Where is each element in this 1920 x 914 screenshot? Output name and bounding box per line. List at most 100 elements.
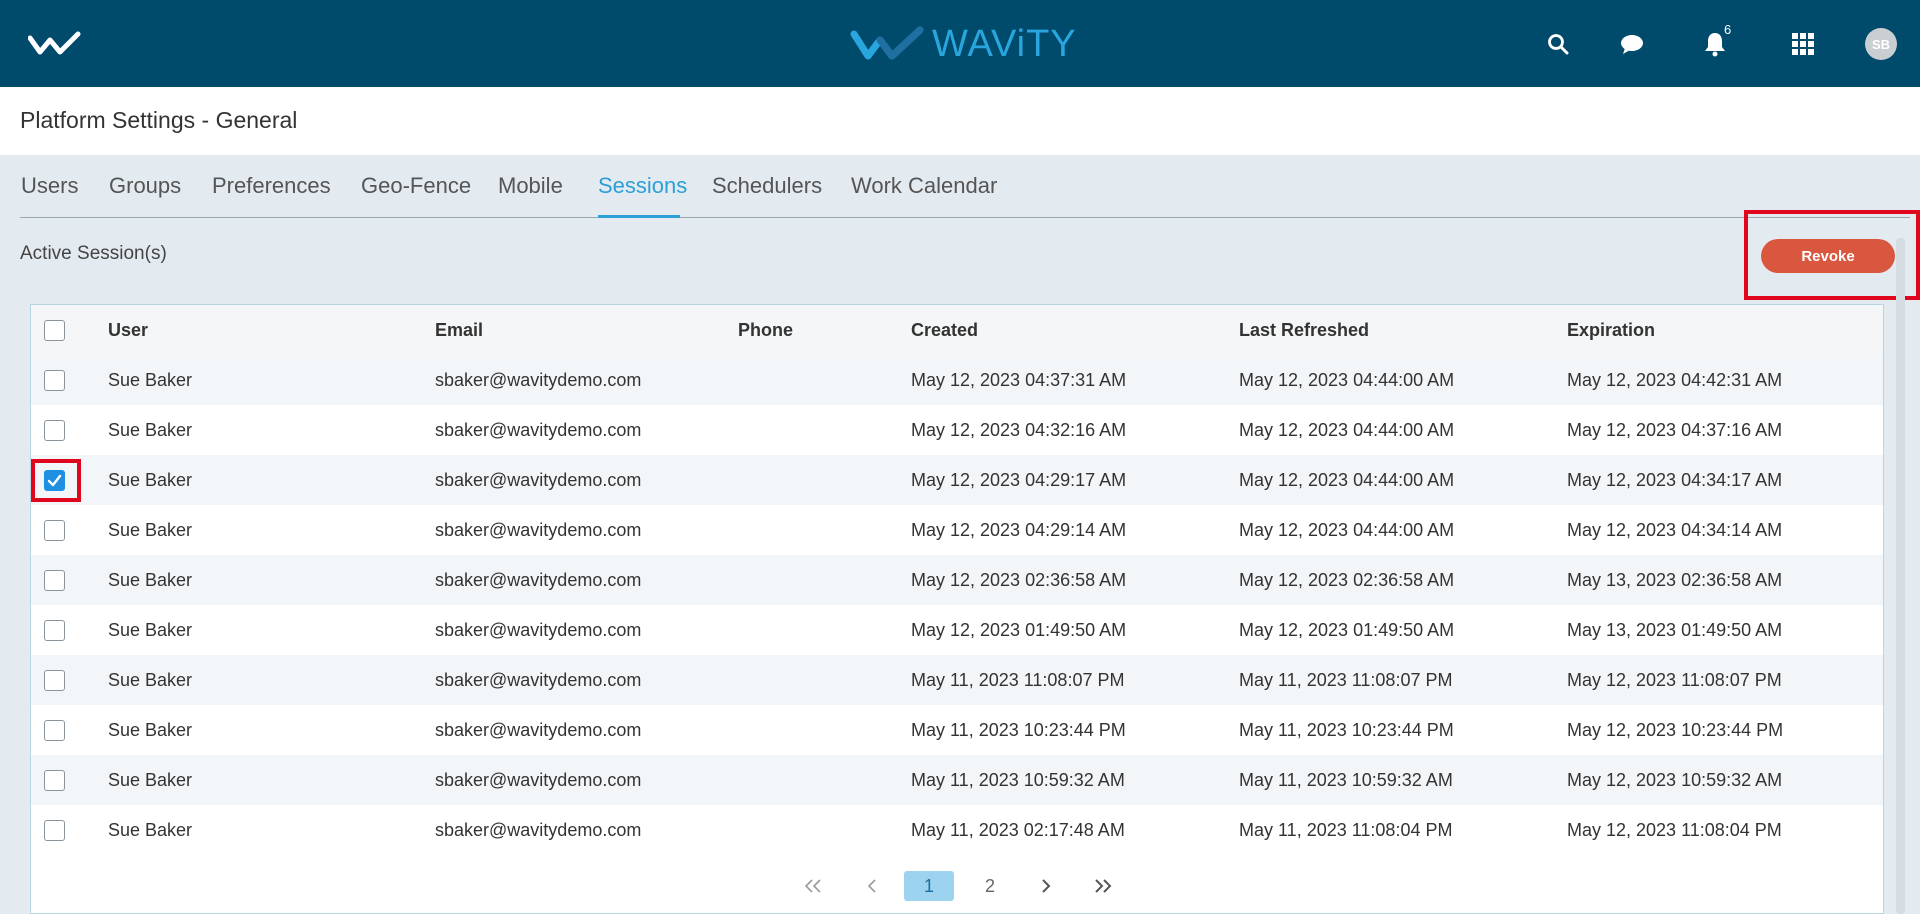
cell-last-refreshed: May 11, 2023 10:59:32 AM [1239,770,1453,790]
row-checkbox[interactable] [44,670,65,691]
row-checkbox[interactable] [44,620,65,641]
cell-last-refreshed: May 12, 2023 01:49:50 AM [1239,620,1455,640]
row-checkbox[interactable] [44,520,65,541]
page-scrollbar[interactable] [1896,238,1905,914]
cell-created: May 12, 2023 04:32:16 AM [911,420,1127,440]
cell-created: May 11, 2023 11:08:07 PM [911,670,1125,690]
select-all-checkbox[interactable] [44,320,65,341]
column-header-user[interactable]: User [108,305,148,355]
chevron-left-icon[interactable] [857,871,887,901]
table-row[interactable]: Sue Baker sbaker@wavitydemo.com May 12, 20… [31,505,1883,555]
pagination: 1 2 [31,863,1883,913]
cell-last-refreshed: May 12, 2023 04:44:00 AM [1239,470,1455,490]
column-header-expiration[interactable]: Expiration [1567,305,1655,355]
table-row[interactable]: Sue Baker sbaker@wavitydemo.com May 11, 20… [31,705,1883,755]
cell-email: sbaker@wavitydemo.com [435,770,642,790]
cell-expiration: May 12, 2023 04:34:14 AM [1567,520,1783,540]
row-checkbox[interactable] [44,820,65,841]
home-logo-icon[interactable] [28,30,84,58]
table-row[interactable]: Sue Baker sbaker@wavitydemo.com May 12, 20… [31,455,1883,505]
row-checkbox[interactable] [44,720,65,741]
cell-expiration: May 12, 2023 11:08:07 PM [1567,670,1782,690]
cell-expiration: May 12, 2023 11:08:04 PM [1567,820,1782,840]
cell-expiration: May 13, 2023 01:49:50 AM [1567,620,1783,640]
user-avatar[interactable]: SB [1865,28,1897,60]
cell-email: sbaker@wavitydemo.com [435,370,642,390]
cell-expiration: May 12, 2023 10:59:32 AM [1567,770,1783,790]
cell-last-refreshed: May 12, 2023 04:44:00 AM [1239,420,1455,440]
cell-email: sbaker@wavitydemo.com [435,620,642,640]
tab-preferences[interactable]: Preferences [212,173,331,199]
cell-created: May 12, 2023 04:29:14 AM [911,520,1127,540]
cell-last-refreshed: May 12, 2023 04:44:00 AM [1239,370,1455,390]
row-checkbox-checked[interactable] [44,470,65,491]
double-chevron-right-icon[interactable] [1087,871,1117,901]
cell-user: Sue Baker [108,420,193,440]
tab-work-calendar[interactable]: Work Calendar [851,173,997,199]
cell-expiration: May 12, 2023 10:23:44 PM [1567,720,1784,740]
cell-email: sbaker@wavitydemo.com [435,720,642,740]
table-row[interactable]: Sue Baker sbaker@wavitydemo.com May 11, 20… [31,805,1883,855]
cell-created: May 11, 2023 02:17:48 AM [911,820,1125,840]
apps-grid-icon[interactable] [1787,28,1819,60]
table-row[interactable]: Sue Baker sbaker@wavitydemo.com May 12, 20… [31,405,1883,455]
section-title: Active Session(s) [20,243,167,264]
cell-user: Sue Baker [108,470,193,490]
search-icon[interactable] [1542,28,1574,60]
cell-last-refreshed: May 12, 2023 02:36:58 AM [1239,570,1455,590]
tab-users[interactable]: Users [21,173,78,199]
column-header-phone[interactable]: Phone [738,305,793,355]
cell-created: May 12, 2023 04:29:17 AM [911,470,1127,490]
settings-tabs: Users Groups Preferences Geo-Fence Mobil… [20,155,1910,218]
cell-email: sbaker@wavitydemo.com [435,470,642,490]
cell-last-refreshed: May 11, 2023 11:08:04 PM [1239,820,1453,840]
notification-count-badge: 6 [1724,22,1732,37]
row-checkbox[interactable] [44,570,65,591]
row-checkbox[interactable] [44,770,65,791]
tab-groups[interactable]: Groups [109,173,181,199]
cell-expiration: May 12, 2023 04:42:31 AM [1567,370,1783,390]
row-checkbox[interactable] [44,370,65,391]
table-row[interactable]: Sue Baker sbaker@wavitydemo.com May 11, 20… [31,655,1883,705]
revoke-button[interactable]: Revoke [1761,239,1895,273]
cell-email: sbaker@wavitydemo.com [435,520,642,540]
cell-last-refreshed: May 11, 2023 10:23:44 PM [1239,720,1454,740]
cell-email: sbaker@wavitydemo.com [435,420,642,440]
cell-expiration: May 12, 2023 04:34:17 AM [1567,470,1783,490]
brand-logo: WAViTY [850,22,1077,66]
tab-sessions[interactable]: Sessions [598,173,687,199]
table-row[interactable]: Sue Baker sbaker@wavitydemo.com May 11, 20… [31,755,1883,805]
cell-user: Sue Baker [108,670,193,690]
active-tab-indicator [598,215,680,218]
checkmark-icon [47,474,62,487]
table-row[interactable]: Sue Baker sbaker@wavitydemo.com May 12, 20… [31,555,1883,605]
brand-name: WAViTY [932,22,1077,65]
cell-user: Sue Baker [108,720,193,740]
cell-created: May 11, 2023 10:23:44 PM [911,720,1126,740]
table-row[interactable]: Sue Baker sbaker@wavitydemo.com May 12, 20… [31,605,1883,655]
page-header: Platform Settings - General [0,87,1920,155]
cell-expiration: May 13, 2023 02:36:58 AM [1567,570,1783,590]
column-header-created[interactable]: Created [911,305,978,355]
table-row[interactable]: Sue Baker sbaker@wavitydemo.com May 12, 20… [31,355,1883,405]
cell-created: May 12, 2023 01:49:50 AM [911,620,1127,640]
column-header-email[interactable]: Email [435,305,483,355]
chevron-right-icon[interactable] [1031,871,1061,901]
cell-user: Sue Baker [108,370,193,390]
double-chevron-left-icon[interactable] [799,871,829,901]
cell-email: sbaker@wavitydemo.com [435,820,642,840]
tab-schedulers[interactable]: Schedulers [712,173,822,199]
tab-geo-fence[interactable]: Geo-Fence [361,173,471,199]
cell-user: Sue Baker [108,620,193,640]
column-header-last-refreshed[interactable]: Last Refreshed [1239,305,1369,355]
chat-icon[interactable] [1616,28,1648,60]
row-checkbox[interactable] [44,420,65,441]
cell-email: sbaker@wavitydemo.com [435,670,642,690]
page-button-2[interactable]: 2 [975,871,1005,901]
tab-mobile[interactable]: Mobile [498,173,563,199]
cell-user: Sue Baker [108,770,193,790]
cell-expiration: May 12, 2023 04:37:16 AM [1567,420,1783,440]
page-button-1[interactable]: 1 [904,871,954,901]
cell-created: May 11, 2023 10:59:32 AM [911,770,1125,790]
cell-user: Sue Baker [108,570,193,590]
